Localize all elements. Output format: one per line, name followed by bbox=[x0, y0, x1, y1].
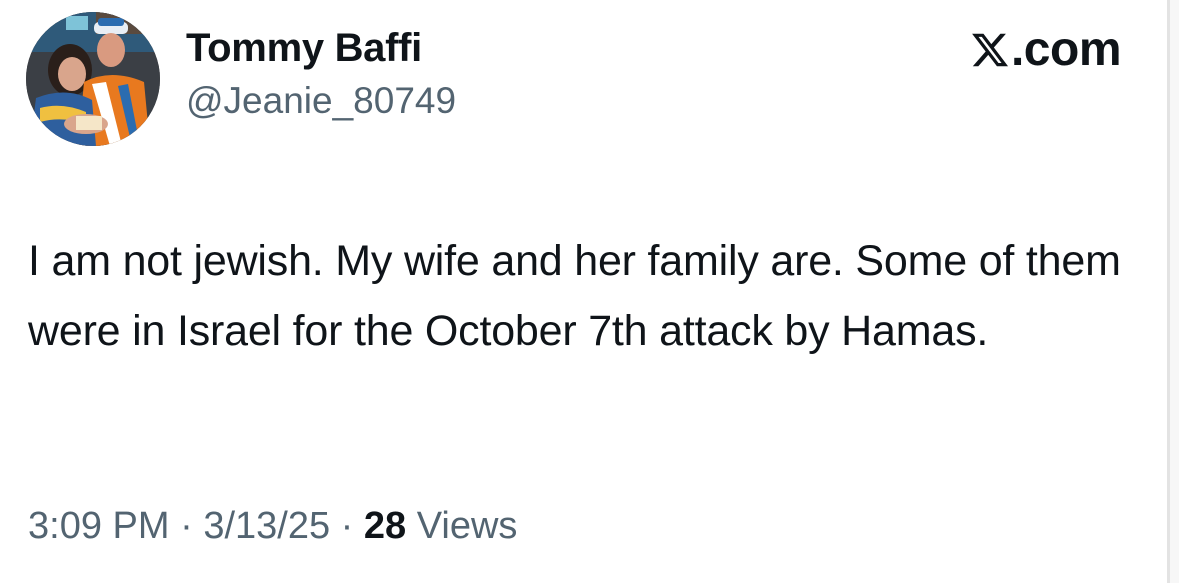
avatar[interactable] bbox=[26, 12, 160, 146]
scrollbar[interactable] bbox=[1167, 0, 1179, 583]
views-count: 28 bbox=[363, 505, 407, 547]
tweet-time[interactable]: 3:09 PM bbox=[28, 505, 170, 547]
views-label: Views bbox=[416, 505, 518, 547]
user-handle[interactable]: @Jeanie_80749 bbox=[186, 80, 456, 122]
display-name[interactable]: Tommy Baffi bbox=[186, 26, 422, 71]
tweet-date[interactable]: 3/13/25 bbox=[203, 505, 330, 547]
separator: · bbox=[180, 505, 193, 547]
brand-domain: .com bbox=[1010, 23, 1122, 76]
x-logo-icon bbox=[972, 33, 1009, 67]
separator: · bbox=[340, 505, 354, 547]
tweet-meta: 3:09 PM · 3/13/25 · 28 Views bbox=[28, 505, 517, 548]
tweet-text: I am not jewish. My wife and her family … bbox=[28, 237, 1121, 355]
x-brand-watermark: .com bbox=[970, 23, 1122, 76]
avatar-photo bbox=[26, 12, 160, 146]
